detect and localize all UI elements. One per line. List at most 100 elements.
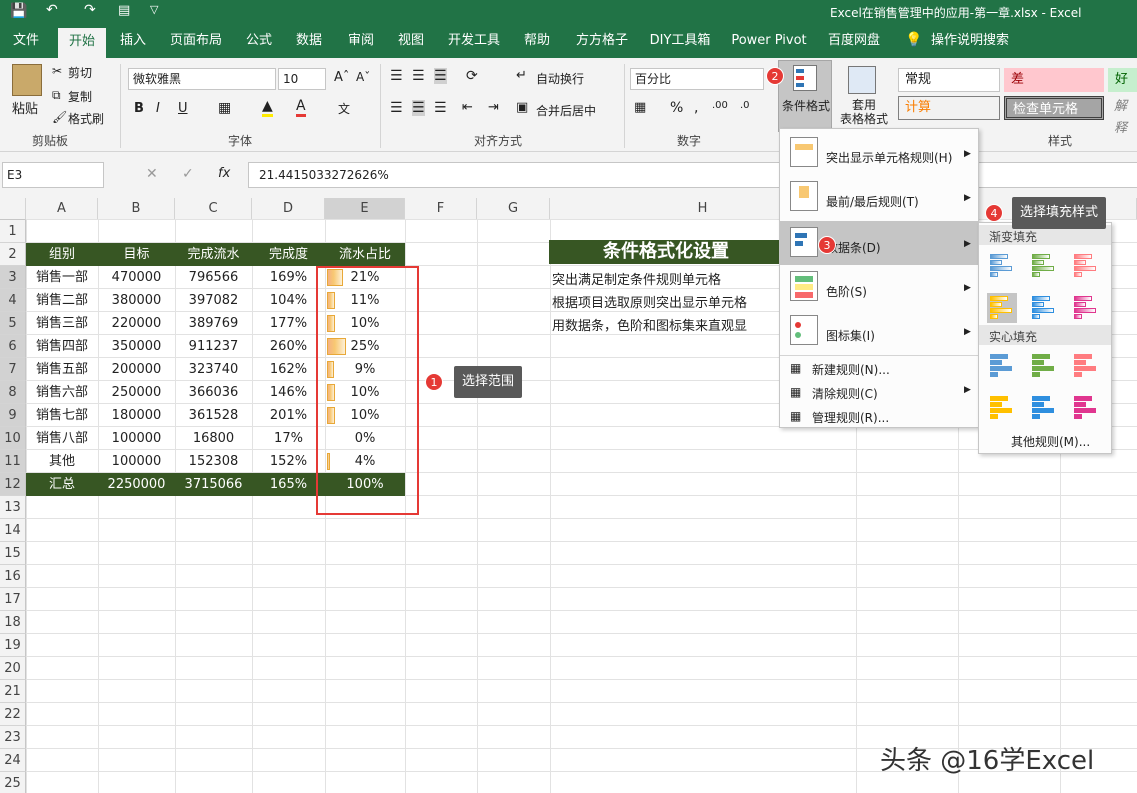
cut-button[interactable]: 剪切 xyxy=(68,64,92,81)
orientation-icon[interactable]: ⟳ xyxy=(466,68,478,84)
table-cell[interactable]: 260% xyxy=(252,335,325,358)
row-header[interactable]: 9 xyxy=(0,404,26,427)
table-header-cell[interactable]: 组别 xyxy=(26,243,98,266)
share-cell[interactable]: 21% xyxy=(325,266,405,289)
share-cell[interactable]: 10% xyxy=(325,312,405,335)
table-cell[interactable]: 165% xyxy=(252,473,325,496)
share-cell[interactable]: 0% xyxy=(325,427,405,450)
bold-button[interactable]: B xyxy=(134,101,144,116)
table-cell[interactable]: 销售四部 xyxy=(26,335,98,358)
style-good[interactable]: 好 xyxy=(1108,68,1137,92)
row-header[interactable]: 7 xyxy=(0,358,26,381)
tab-page-layout[interactable]: 页面布局 xyxy=(166,24,226,58)
number-format-combo[interactable]: 百分比 xyxy=(630,68,764,90)
share-cell[interactable]: 4% xyxy=(325,450,405,473)
row-header[interactable]: 2 xyxy=(0,243,26,266)
save-icon[interactable]: 💾 xyxy=(10,3,27,19)
merge-center-icon[interactable]: ▣ xyxy=(516,100,528,115)
format-painter-icon[interactable]: 🖌 xyxy=(52,110,67,124)
decrease-indent-icon[interactable]: ⇤ xyxy=(462,100,473,115)
table-cell[interactable]: 104% xyxy=(252,289,325,312)
table-cell[interactable]: 380000 xyxy=(98,289,175,312)
formula-input[interactable]: 21.4415033272626% xyxy=(248,162,1137,188)
insert-function-icon[interactable]: fx xyxy=(218,166,230,181)
table-cell[interactable]: 162% xyxy=(252,358,325,381)
column-header[interactable]: G xyxy=(477,198,550,220)
table-cell[interactable]: 389769 xyxy=(175,312,252,335)
table-cell[interactable]: 100000 xyxy=(98,427,175,450)
table-cell[interactable]: 汇总 xyxy=(26,473,98,496)
paste-button[interactable]: 粘贴 xyxy=(12,98,38,117)
table-header-cell[interactable]: 目标 xyxy=(98,243,175,266)
row-header[interactable]: 22 xyxy=(0,703,26,726)
cut-icon[interactable]: ✂ xyxy=(52,64,62,78)
table-format-button[interactable]: 套用 表格格式 xyxy=(836,98,892,126)
tab-formulas[interactable]: 公式 xyxy=(240,24,278,58)
align-bottom-icon[interactable]: ☰ xyxy=(434,68,447,84)
format-painter-button[interactable]: 格式刷 xyxy=(68,110,104,127)
data-bar-style-swatch[interactable] xyxy=(987,293,1017,323)
table-cell[interactable]: 323740 xyxy=(175,358,252,381)
tab-ffgz[interactable]: 方方格子 xyxy=(570,24,634,58)
menu-color-scales[interactable]: 色阶(S) xyxy=(826,283,867,300)
row-header[interactable]: 19 xyxy=(0,634,26,657)
row-header[interactable]: 10 xyxy=(0,427,26,450)
table-cell[interactable]: 796566 xyxy=(175,266,252,289)
tell-me-search[interactable]: 操作说明搜索 xyxy=(930,24,1010,58)
table-cell[interactable]: 146% xyxy=(252,381,325,404)
table-cell[interactable]: 16800 xyxy=(175,427,252,450)
align-middle-icon[interactable]: ☰ xyxy=(412,68,425,84)
style-bad[interactable]: 差 xyxy=(1004,68,1104,92)
data-bar-style-swatch[interactable] xyxy=(1071,251,1101,281)
align-top-icon[interactable]: ☰ xyxy=(390,68,403,84)
table-cell[interactable]: 180000 xyxy=(98,404,175,427)
tab-insert[interactable]: 插入 xyxy=(114,24,152,58)
enter-icon[interactable]: ✓ xyxy=(182,166,194,182)
data-bar-style-swatch[interactable] xyxy=(1029,251,1059,281)
decrease-decimal-icon[interactable]: .0 xyxy=(740,100,750,111)
align-left-icon[interactable]: ☰ xyxy=(390,100,403,116)
menu-top-bottom-rules[interactable]: 最前/最后规则(T) xyxy=(826,193,919,210)
row-header[interactable]: 11 xyxy=(0,450,26,473)
table-header-cell[interactable]: 完成流水 xyxy=(175,243,252,266)
row-header[interactable]: 4 xyxy=(0,289,26,312)
menu-icon-sets[interactable]: 图标集(I) xyxy=(826,327,875,344)
table-cell[interactable]: 220000 xyxy=(98,312,175,335)
row-header[interactable]: 13 xyxy=(0,496,26,519)
data-bar-style-swatch[interactable] xyxy=(987,351,1017,381)
tab-review[interactable]: 审阅 xyxy=(342,24,380,58)
table-cell[interactable]: 100000 xyxy=(98,450,175,473)
row-header[interactable]: 3 xyxy=(0,266,26,289)
row-header[interactable]: 23 xyxy=(0,726,26,749)
data-bar-style-swatch[interactable] xyxy=(987,393,1017,423)
menu-highlight-rules[interactable]: 突出显示单元格规则(H) xyxy=(826,149,952,166)
tab-home[interactable]: 开始 xyxy=(58,28,106,58)
redo-icon[interactable]: ↷ xyxy=(84,2,96,18)
share-cell[interactable]: 9% xyxy=(325,358,405,381)
tab-data[interactable]: 数据 xyxy=(290,24,328,58)
table-cell[interactable]: 17% xyxy=(252,427,325,450)
font-color-icon[interactable]: A xyxy=(296,98,306,117)
menu-new-rule[interactable]: 新建规则(N)... xyxy=(812,361,890,378)
share-cell[interactable]: 11% xyxy=(325,289,405,312)
column-header[interactable]: C xyxy=(175,198,252,220)
italic-button[interactable]: I xyxy=(156,101,160,116)
copy-button[interactable]: 复制 xyxy=(68,88,92,105)
share-cell[interactable]: 10% xyxy=(325,381,405,404)
merge-center-button[interactable]: 合并后居中 xyxy=(536,102,596,119)
tab-developer[interactable]: 开发工具 xyxy=(444,24,504,58)
table-cell[interactable]: 169% xyxy=(252,266,325,289)
row-header[interactable]: 20 xyxy=(0,657,26,680)
data-bar-style-swatch[interactable] xyxy=(1071,293,1101,323)
table-cell[interactable]: 销售一部 xyxy=(26,266,98,289)
table-cell[interactable]: 152308 xyxy=(175,450,252,473)
table-cell[interactable]: 397082 xyxy=(175,289,252,312)
menu-clear-rules[interactable]: 清除规则(C) xyxy=(812,385,878,402)
decrease-font-icon[interactable]: Aˇ xyxy=(356,70,370,84)
qat-dropdown-icon[interactable]: ▽ xyxy=(150,3,158,16)
copy-icon[interactable]: ⧉ xyxy=(52,88,61,103)
data-bar-style-swatch[interactable] xyxy=(1029,351,1059,381)
row-header[interactable]: 24 xyxy=(0,749,26,772)
name-box[interactable]: E3 xyxy=(2,162,104,188)
font-name-combo[interactable]: 微软雅黑 xyxy=(128,68,276,90)
